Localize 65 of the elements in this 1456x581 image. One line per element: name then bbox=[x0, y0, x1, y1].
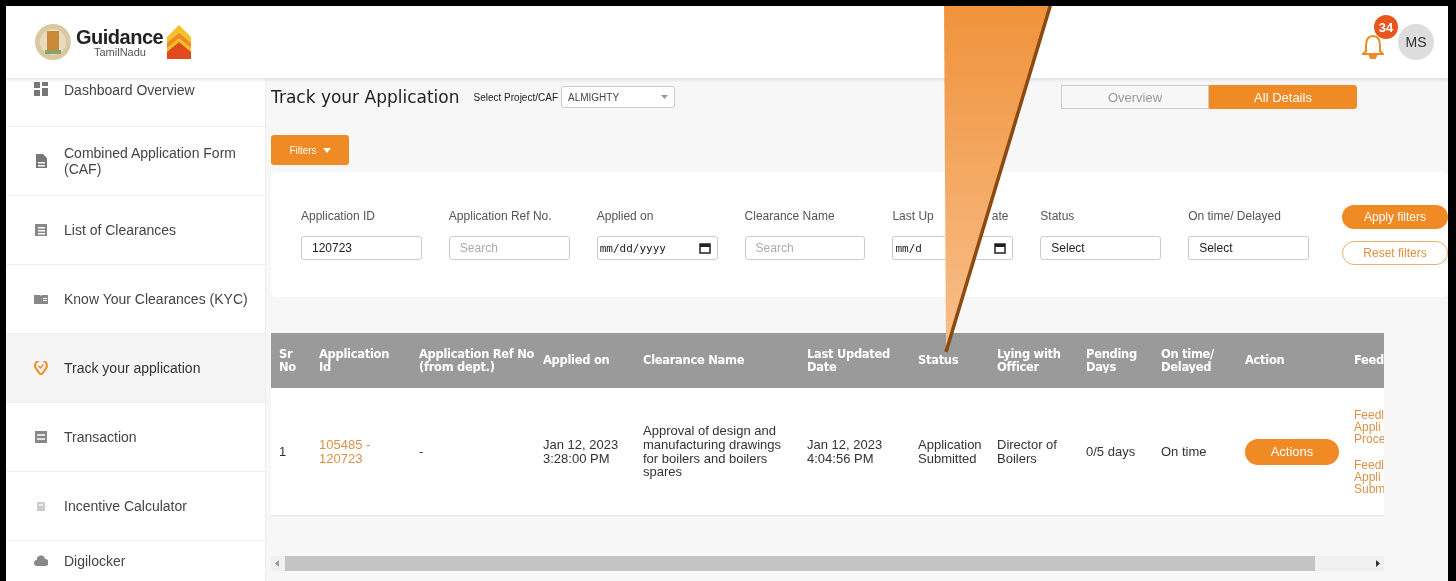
caret-icon bbox=[661, 95, 668, 99]
dashboard-icon bbox=[34, 82, 48, 96]
stripes-icon bbox=[167, 25, 192, 59]
column-header: Clearance Name bbox=[643, 354, 746, 367]
location-pin-icon bbox=[34, 361, 48, 375]
column-header: On time/ Delayed bbox=[1161, 348, 1215, 373]
select-field[interactable]: Select bbox=[1040, 236, 1162, 260]
column-header: Application Id bbox=[319, 348, 391, 373]
field-label: Application ID bbox=[301, 209, 377, 223]
table-cell-text: Application Submitted bbox=[918, 437, 983, 466]
book-icon bbox=[34, 292, 48, 306]
sidebar-item[interactable]: Incentive Calculator bbox=[6, 472, 265, 541]
project-label: Select Project/CAF bbox=[473, 91, 558, 103]
sidebar-item[interactable]: List of Clearances bbox=[6, 196, 265, 265]
table-cell-text: On time bbox=[1161, 444, 1208, 459]
scroll-left-icon[interactable] bbox=[275, 560, 279, 567]
column-header: Applied on bbox=[543, 354, 611, 367]
table-cell-text: Approval of design and manufacturing drawings for boilers and boilers spares bbox=[643, 424, 783, 479]
select-field[interactable]: Select bbox=[1188, 236, 1309, 260]
input-field[interactable]: 120723 bbox=[301, 236, 422, 260]
table-cell-text: - bbox=[419, 444, 425, 459]
field-label: Clearance Name bbox=[744, 209, 836, 223]
list-icon bbox=[34, 223, 48, 237]
sidebar-item[interactable]: Track your application bbox=[6, 334, 265, 403]
scroll-right-icon[interactable] bbox=[1376, 560, 1380, 567]
field-label: Applied on bbox=[596, 209, 655, 223]
field-label: ate bbox=[991, 209, 1009, 223]
sidebar-item[interactable]: Dashboard Overview bbox=[6, 78, 265, 127]
transaction-icon bbox=[34, 430, 48, 444]
horizontal-scrollbar[interactable] bbox=[271, 556, 1384, 571]
date-field[interactable]: mm/dd/yyyy bbox=[596, 236, 718, 260]
calendar-icon bbox=[994, 242, 1007, 254]
column-header: Last Updated Date bbox=[807, 348, 891, 373]
project-dropdown[interactable]: ALMIGHTY bbox=[561, 86, 675, 108]
brand-name: Guidance bbox=[76, 26, 164, 47]
column-header: Action bbox=[1245, 354, 1286, 367]
sidebar-item[interactable]: Combined Application Form (CAF) bbox=[6, 127, 265, 196]
column-header: Lying with Officer bbox=[997, 348, 1062, 373]
calendar-icon bbox=[698, 242, 711, 254]
column-header: Sr No bbox=[279, 348, 297, 373]
field-label: On time/ Delayed bbox=[1188, 209, 1282, 223]
column-header: Application Ref No (from dept.) bbox=[419, 348, 536, 373]
notification-badge[interactable]: 34 bbox=[1374, 15, 1398, 39]
table-cell-text: 0/5 days bbox=[1086, 444, 1137, 459]
sidebar-item[interactable]: Transaction bbox=[6, 403, 265, 472]
table-cell-text: Director of Boilers bbox=[997, 437, 1058, 466]
table-cell-text: Jan 12, 2023 3:28:00 PM bbox=[543, 437, 620, 466]
user-avatar[interactable]: MS bbox=[1398, 24, 1434, 60]
field-label: Last Up bbox=[892, 209, 934, 223]
bell-icon bbox=[1362, 33, 1384, 59]
field-label: Application Ref No. bbox=[448, 209, 553, 223]
caret-icon bbox=[322, 147, 331, 153]
cloud-icon bbox=[34, 554, 48, 568]
document-icon bbox=[34, 154, 48, 168]
brand-tagline: TamilNadu bbox=[93, 46, 147, 58]
field-label: Status bbox=[1040, 209, 1076, 223]
page-title: Track your Application bbox=[271, 87, 460, 107]
sidebar-item[interactable]: Digilocker bbox=[6, 541, 265, 581]
column-header: Feed bbox=[1354, 354, 1384, 367]
emblem-icon bbox=[34, 23, 72, 61]
column-header: Pending Days bbox=[1086, 348, 1138, 373]
column-header: Status bbox=[918, 354, 960, 367]
calculator-icon bbox=[34, 499, 48, 513]
table-cell-text: Jan 12, 2023 4:04:56 PM bbox=[807, 437, 884, 466]
table-cell-text: 1 bbox=[279, 444, 288, 459]
